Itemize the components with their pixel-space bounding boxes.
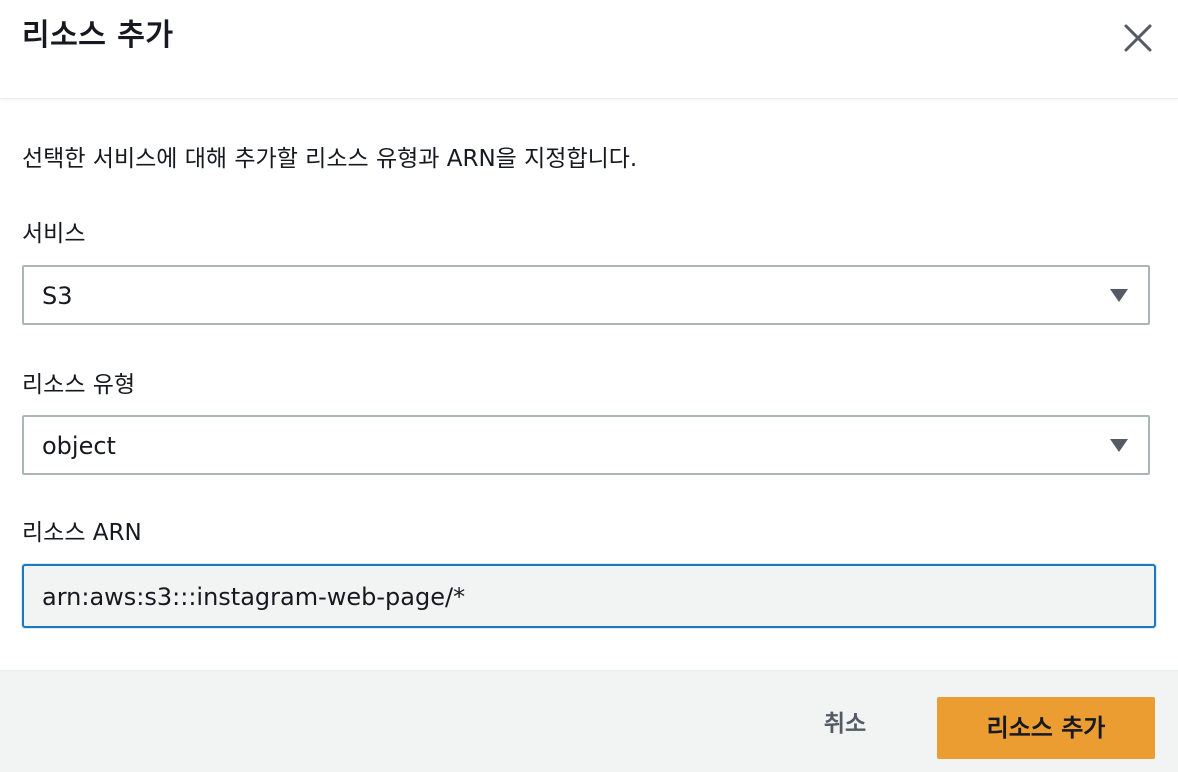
modal-footer: 취소 리소스 추가 (0, 670, 1178, 772)
resource-arn-input-value: arn:aws:s3:::instagram-web-page/* (42, 583, 466, 611)
resource-arn-label: 리소스 ARN (22, 520, 142, 546)
modal-body: 선택한 서비스에 대해 추가할 리소스 유형과 ARN을 지정합니다. 서비스 … (0, 99, 1178, 669)
resource-arn-input[interactable]: arn:aws:s3:::instagram-web-page/* (22, 564, 1156, 628)
service-label: 서비스 (22, 221, 86, 247)
resource-type-select[interactable]: object (22, 415, 1150, 475)
cancel-button[interactable]: 취소 (790, 697, 900, 751)
caret-down-icon (1110, 289, 1128, 302)
resource-type-select-value: object (42, 432, 116, 460)
service-select[interactable]: S3 (22, 265, 1150, 325)
modal-header: 리소스 추가 (0, 0, 1178, 99)
modal-description: 선택한 서비스에 대해 추가할 리소스 유형과 ARN을 지정합니다. (22, 146, 638, 172)
close-icon (1124, 24, 1152, 52)
add-resource-modal: 리소스 추가 선택한 서비스에 대해 추가할 리소스 유형과 ARN을 지정합니… (0, 0, 1178, 772)
close-button[interactable] (1120, 20, 1156, 56)
service-select-value: S3 (42, 282, 73, 310)
modal-title: 리소스 추가 (22, 18, 174, 53)
add-resource-button[interactable]: 리소스 추가 (937, 697, 1155, 759)
resource-type-label: 리소스 유형 (22, 372, 136, 398)
caret-down-icon (1110, 439, 1128, 452)
